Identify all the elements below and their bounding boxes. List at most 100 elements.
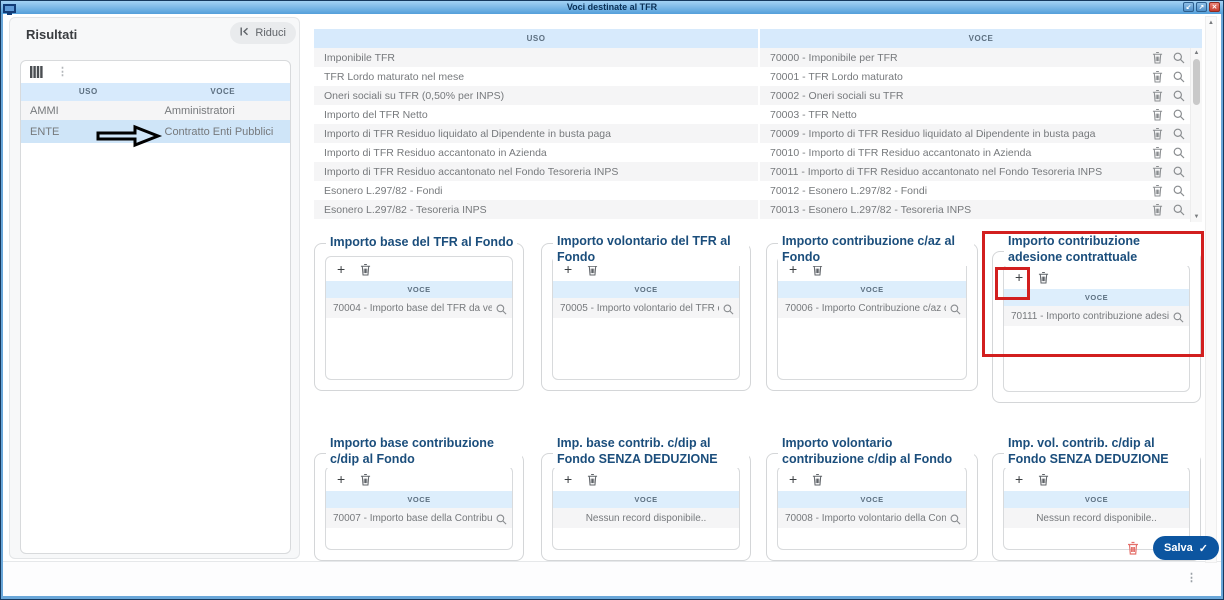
- search-icon[interactable]: [1173, 71, 1185, 83]
- scroll-down-icon[interactable]: ▼: [1191, 213, 1202, 221]
- voce-cell: 70008 - Importo volontario della Contrib…: [785, 513, 946, 524]
- save-button[interactable]: Salva ✓: [1153, 536, 1219, 560]
- voce-cell: 70005 - Importo volontario del TFR da ve…: [560, 303, 719, 314]
- add-voce-button[interactable]: +: [337, 472, 345, 486]
- delete-voce-button[interactable]: [360, 263, 371, 276]
- table-row[interactable]: TFR Lordo maturato nel mese 70001 - TFR …: [314, 67, 1202, 86]
- delete-voce-button[interactable]: [360, 473, 371, 486]
- delete-row-icon[interactable]: [1152, 203, 1163, 216]
- search-icon[interactable]: [496, 302, 507, 320]
- card-voce-row[interactable]: 70005 - Importo volontario del TFR da ve…: [553, 298, 739, 318]
- search-icon[interactable]: [1173, 147, 1185, 159]
- window-controls: ↙ ↗ ✕: [1183, 2, 1220, 12]
- voce-cell: Contratto Enti Pubblici: [156, 126, 291, 138]
- maximize-window-icon[interactable]: ↗: [1196, 2, 1207, 12]
- table-row[interactable]: Importo di TFR Residuo accantonato in Az…: [314, 143, 1202, 162]
- close-window-icon[interactable]: ✕: [1209, 2, 1220, 12]
- voce-column-header: VOCE: [1004, 289, 1189, 306]
- delete-voce-button[interactable]: [1038, 473, 1049, 486]
- collapse-panel-button[interactable]: Riduci: [230, 22, 296, 44]
- window-titlebar: Voci destinate al TFR ↙ ↗ ✕: [1, 1, 1223, 14]
- collapse-panel-label: Riduci: [255, 27, 286, 39]
- scroll-up-icon[interactable]: ▲: [1206, 19, 1216, 27]
- delete-all-icon[interactable]: [1127, 541, 1139, 558]
- card-importo-volontario-tfr-al-fondo: Importo volontario del TFR al Fondo + VO…: [541, 233, 751, 391]
- add-voce-button[interactable]: +: [1015, 270, 1023, 284]
- search-icon[interactable]: [1173, 166, 1185, 178]
- monitor-icon: [3, 2, 16, 20]
- delete-row-icon[interactable]: [1152, 108, 1163, 121]
- table-row[interactable]: Importo di TFR Residuo liquidato al Dipe…: [314, 124, 1202, 143]
- restore-window-icon[interactable]: ↙: [1183, 2, 1194, 12]
- card-voce-row[interactable]: 70111 - Importo contribuzione adesione c…: [1004, 306, 1189, 326]
- voce-cell: Amministratori: [156, 105, 291, 117]
- scrollbar-thumb[interactable]: [1193, 59, 1200, 105]
- search-icon[interactable]: [950, 302, 961, 320]
- window-border-bottom: [1, 596, 1223, 599]
- save-button-label: Salva: [1164, 542, 1193, 554]
- table-row[interactable]: Esonero L.297/82 - Tesoreria INPS 70013 …: [314, 200, 1202, 219]
- delete-row-icon[interactable]: [1152, 127, 1163, 140]
- delete-row-icon[interactable]: [1152, 165, 1163, 178]
- delete-voce-button[interactable]: [1038, 271, 1049, 284]
- delete-row-icon[interactable]: [1152, 146, 1163, 159]
- empty-text: Nessun record disponibile..: [1036, 513, 1157, 524]
- table-row[interactable]: Importo del TFR Netto 70003 - TFR Netto: [314, 105, 1202, 124]
- search-icon[interactable]: [496, 512, 507, 530]
- card-voce-row[interactable]: 70006 - Importo Contribuzione c/az da ve…: [778, 298, 966, 318]
- uso-cell: Importo di TFR Residuo accantonato in Az…: [314, 143, 758, 162]
- add-voce-button[interactable]: +: [337, 262, 345, 276]
- voce-cell: 70003 - TFR Netto: [760, 105, 1202, 124]
- search-icon[interactable]: [1173, 109, 1185, 121]
- voce-column-header: VOCE: [326, 491, 512, 508]
- card-voce-row[interactable]: 70008 - Importo volontario della Contrib…: [778, 508, 966, 528]
- footer-menu-icon[interactable]: ⋮: [1186, 571, 1197, 584]
- add-voce-button[interactable]: +: [1015, 472, 1023, 486]
- card-title: Importo volontario del TFR al Fondo: [553, 233, 749, 266]
- uso-cell: TFR Lordo maturato nel mese: [314, 67, 758, 86]
- delete-voce-button[interactable]: [587, 473, 598, 486]
- results-panel: Risultati Riduci ⋮ USO VOCE AMMI Amminis…: [9, 17, 300, 559]
- uso-cell: Imponibile TFR: [314, 48, 758, 67]
- table-row[interactable]: Esonero L.297/82 - Fondi 70012 - Esonero…: [314, 181, 1202, 200]
- delete-row-icon[interactable]: [1152, 184, 1163, 197]
- search-icon[interactable]: [1173, 310, 1184, 328]
- grid-menu-icon[interactable]: ⋮: [57, 67, 68, 78]
- search-icon[interactable]: [1173, 204, 1185, 216]
- card-importo-contribuzione-adesione-contrattuale: Importo contribuzione adesione contrattu…: [992, 233, 1201, 403]
- delete-row-icon[interactable]: [1152, 51, 1163, 64]
- delete-voce-button[interactable]: [812, 473, 823, 486]
- add-voce-button[interactable]: +: [564, 472, 572, 486]
- voce-cell: 70007 - Importo base della Contribuzione…: [333, 513, 492, 524]
- search-icon[interactable]: [950, 512, 961, 530]
- scroll-up-icon[interactable]: ▲: [1191, 49, 1202, 57]
- table-row[interactable]: Oneri sociali su TFR (0,50% per INPS) 70…: [314, 86, 1202, 105]
- voce-column-header: VOCE: [1004, 491, 1189, 508]
- card-importo-base-contribuzione-cdip: Importo base contribuzione c/dip al Fond…: [314, 435, 524, 561]
- delete-row-icon[interactable]: [1152, 89, 1163, 102]
- voce-column-header: VOCE: [553, 281, 739, 298]
- card-voce-row[interactable]: 70004 - Importo base del TFR da versare …: [326, 298, 512, 318]
- search-icon[interactable]: [1173, 90, 1185, 102]
- empty-text: Nessun record disponibile..: [586, 513, 707, 524]
- search-icon[interactable]: [1173, 185, 1185, 197]
- table-scrollbar[interactable]: ▲ ▼: [1190, 48, 1202, 222]
- tfr-table-header: USO VOCE: [314, 29, 1202, 48]
- results-row-ammi[interactable]: AMMI Amministratori: [21, 101, 290, 120]
- content-scrollbar[interactable]: ▲ ▼: [1205, 16, 1217, 563]
- results-panel-title: Risultati: [26, 27, 77, 42]
- card-voce-row[interactable]: 70007 - Importo base della Contribuzione…: [326, 508, 512, 528]
- tfr-voci-table: USO VOCE Imponibile TFR 70000 - Imponibi…: [314, 29, 1202, 222]
- table-row[interactable]: Importo di TFR Residuo accantonato nel F…: [314, 162, 1202, 181]
- search-icon[interactable]: [1173, 52, 1185, 64]
- voce-cell: 70004 - Importo base del TFR da versare …: [333, 303, 492, 314]
- window-border-left: [1, 14, 3, 599]
- table-row[interactable]: Imponibile TFR 70000 - Imponibile per TF…: [314, 48, 1202, 67]
- search-icon[interactable]: [1173, 128, 1185, 140]
- card-title: Importo contribuzione c/az al Fondo: [778, 233, 974, 266]
- window-border-right: [1221, 14, 1223, 599]
- delete-row-icon[interactable]: [1152, 70, 1163, 83]
- add-voce-button[interactable]: +: [789, 472, 797, 486]
- columns-icon[interactable]: [30, 66, 43, 78]
- search-icon[interactable]: [723, 302, 734, 320]
